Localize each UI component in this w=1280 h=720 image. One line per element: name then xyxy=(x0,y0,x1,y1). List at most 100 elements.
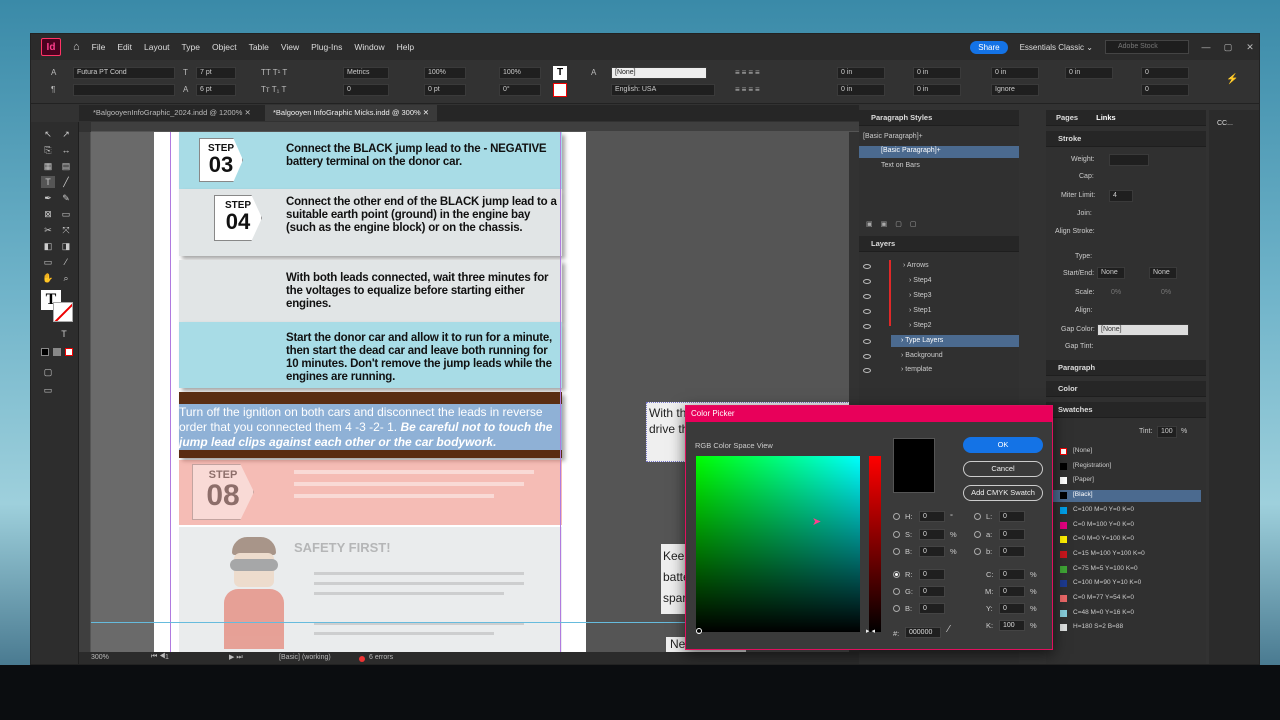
layer-item[interactable]: › template xyxy=(901,366,932,373)
screen-mode-icon[interactable]: ▢ xyxy=(41,366,55,378)
menu-type[interactable]: Type xyxy=(182,42,200,52)
gap-tool-icon[interactable]: ↔ xyxy=(59,144,73,156)
miter-limit-field[interactable]: 4 xyxy=(1109,190,1133,202)
workspace-switcher[interactable]: Essentials Classic ⌄ xyxy=(1020,43,1093,52)
drop-cap-chars-field[interactable]: 0 xyxy=(1141,84,1189,96)
home-icon[interactable]: ⌂ xyxy=(73,41,80,53)
layout-view-icon[interactable]: ▭ xyxy=(41,384,55,396)
formatting-text-icon[interactable]: T xyxy=(57,328,71,340)
justify-buttons-icon[interactable]: ≡≡≡≡ xyxy=(735,85,762,94)
a-field[interactable]: 0 xyxy=(999,529,1025,540)
scale-end-value[interactable]: 0% xyxy=(1161,289,1171,296)
color-field-marker[interactable] xyxy=(696,628,702,634)
tint-field[interactable]: 100 xyxy=(1157,426,1177,438)
r-field[interactable]: 0 xyxy=(919,569,945,580)
rectangle-frame-tool-icon[interactable]: ⊠ xyxy=(41,208,55,220)
radio-a[interactable] xyxy=(974,531,981,538)
space-before-field[interactable]: 0 in xyxy=(991,67,1039,79)
tab-infographic-micks[interactable]: *Balgooyen InfoGraphic Micks.indd @ 300%… xyxy=(265,105,438,121)
swatch-item[interactable]: [Registration] xyxy=(1073,462,1111,469)
paragraph-styles-header[interactable]: Paragraph Styles xyxy=(859,110,1019,126)
free-transform-tool-icon[interactable]: ⤧ xyxy=(59,224,73,236)
lab-b-field[interactable]: 0 xyxy=(999,546,1025,557)
gradient-swatch-tool-icon[interactable]: ◧ xyxy=(41,240,55,252)
preflight-errors[interactable]: 6 errors xyxy=(369,654,393,661)
layer-visibility-icon[interactable] xyxy=(863,368,871,373)
layer-item[interactable]: › Step4 xyxy=(909,277,932,284)
layer-visibility-icon[interactable] xyxy=(863,294,871,299)
horizontal-scale-field[interactable]: 100% xyxy=(499,67,541,79)
radio-s[interactable] xyxy=(893,531,900,538)
swatch-item[interactable]: C=100 M=90 Y=10 K=0 xyxy=(1073,579,1141,586)
radio-lab-b[interactable] xyxy=(974,548,981,555)
swatch-item[interactable]: [Paper] xyxy=(1073,476,1094,483)
apply-none-icon[interactable] xyxy=(65,348,73,356)
layer-item[interactable]: › Step3 xyxy=(909,292,932,299)
end-arrow-field[interactable]: None xyxy=(1149,267,1177,279)
radio-g[interactable] xyxy=(893,588,900,595)
rectangle-tool-icon[interactable]: ▭ xyxy=(59,208,73,220)
swatch-item[interactable]: [Black] xyxy=(1073,491,1093,498)
tab-pages[interactable]: Pages xyxy=(1056,113,1078,122)
eyedropper-tool-icon[interactable]: ⁄ xyxy=(59,256,73,268)
layer-item[interactable]: › Step2 xyxy=(909,322,932,329)
radio-r[interactable] xyxy=(893,571,900,578)
blue-field[interactable]: 0 xyxy=(919,603,945,614)
para-style-item-basic[interactable]: [Basic Paragraph]+ xyxy=(881,147,941,154)
pencil-tool-icon[interactable]: ✎ xyxy=(59,192,73,204)
page-next-icon[interactable]: ▶ ⏭ xyxy=(229,653,243,662)
hex-field[interactable]: 000000 xyxy=(905,627,941,638)
page-nav-icon[interactable]: ⏮ ◀ xyxy=(151,653,166,661)
add-cmyk-swatch-button[interactable]: Add CMYK Swatch xyxy=(963,485,1043,501)
font-size-field[interactable]: 7 pt xyxy=(196,67,236,79)
first-line-indent-field[interactable]: 0 in xyxy=(837,84,885,96)
cc-libraries-button[interactable]: CC... xyxy=(1217,120,1233,127)
stroke-panel-header[interactable]: Stroke xyxy=(1046,131,1206,147)
step05-text[interactable]: With both leads connected, wait three mi… xyxy=(286,272,561,311)
hand-tool-icon[interactable]: ✋ xyxy=(41,272,55,284)
text-fill-icon[interactable]: T xyxy=(553,66,567,80)
s-field[interactable]: 0 xyxy=(919,529,945,540)
menu-edit[interactable]: Edit xyxy=(117,42,132,52)
gap-color-field[interactable]: [None] xyxy=(1097,324,1189,336)
layers-header[interactable]: Layers xyxy=(859,236,1019,252)
menu-view[interactable]: View xyxy=(281,42,299,52)
step07-text[interactable]: Turn off the ignition on both cars and d… xyxy=(179,405,562,450)
maximize-icon[interactable]: ▢ xyxy=(1217,42,1239,53)
drop-cap-lines-field[interactable]: 0 xyxy=(1141,67,1189,79)
all-caps-icon[interactable]: TT T¹ T xyxy=(261,68,287,77)
para-mode-icon[interactable]: ¶ xyxy=(51,85,55,94)
red-slider[interactable] xyxy=(869,456,881,632)
color-panel-header[interactable]: Color xyxy=(1046,381,1206,397)
swatch-item[interactable]: H=180 S=2 B=88 xyxy=(1073,623,1123,630)
slider-handle-icon[interactable]: ▸ ◂ xyxy=(866,627,875,635)
content-placer-icon[interactable]: ▤ xyxy=(59,160,73,172)
direct-selection-tool-icon[interactable]: ↗ xyxy=(59,128,73,140)
swatch-item[interactable]: C=48 M=0 Y=16 K=0 xyxy=(1073,609,1134,616)
layer-item[interactable]: › Type Layers xyxy=(901,337,943,344)
baseline-shift-field[interactable]: 0 pt xyxy=(424,84,466,96)
l-field[interactable]: 0 xyxy=(999,511,1025,522)
menu-file[interactable]: File xyxy=(92,42,106,52)
leading-field[interactable]: 6 pt xyxy=(196,84,236,96)
swatch-item[interactable]: C=75 M=5 Y=100 K=0 xyxy=(1073,565,1138,572)
menu-help[interactable]: Help xyxy=(397,42,414,52)
minimize-icon[interactable]: — xyxy=(1195,42,1217,52)
paragraph-panel-header[interactable]: Paragraph xyxy=(1046,360,1206,376)
layer-visibility-icon[interactable] xyxy=(863,279,871,284)
h-field[interactable]: 0 xyxy=(919,511,945,522)
swatch-item[interactable]: C=0 M=0 Y=100 K=0 xyxy=(1073,535,1134,542)
stroke-none-icon[interactable] xyxy=(53,302,73,322)
dialog-title[interactable]: Color Picker xyxy=(686,406,1052,422)
layer-visibility-icon[interactable] xyxy=(863,324,871,329)
stroke-weight-field[interactable] xyxy=(1109,154,1149,166)
kerning-field[interactable]: Metrics xyxy=(343,67,389,79)
page-tool-icon[interactable]: ⎘ xyxy=(41,144,55,156)
document-page[interactable]: STEP 03 Connect the BLACK jump lead to t… xyxy=(154,132,586,652)
language-field[interactable]: English: USA xyxy=(611,84,715,96)
swatch-item[interactable]: C=100 M=0 Y=0 K=0 xyxy=(1073,506,1134,513)
layer-visibility-icon[interactable] xyxy=(863,309,871,314)
align-buttons-icon[interactable]: ≡≡≡≡ xyxy=(735,68,762,77)
menu-plugins[interactable]: Plug-Ins xyxy=(311,42,342,52)
scale-start-value[interactable]: 0% xyxy=(1111,289,1121,296)
